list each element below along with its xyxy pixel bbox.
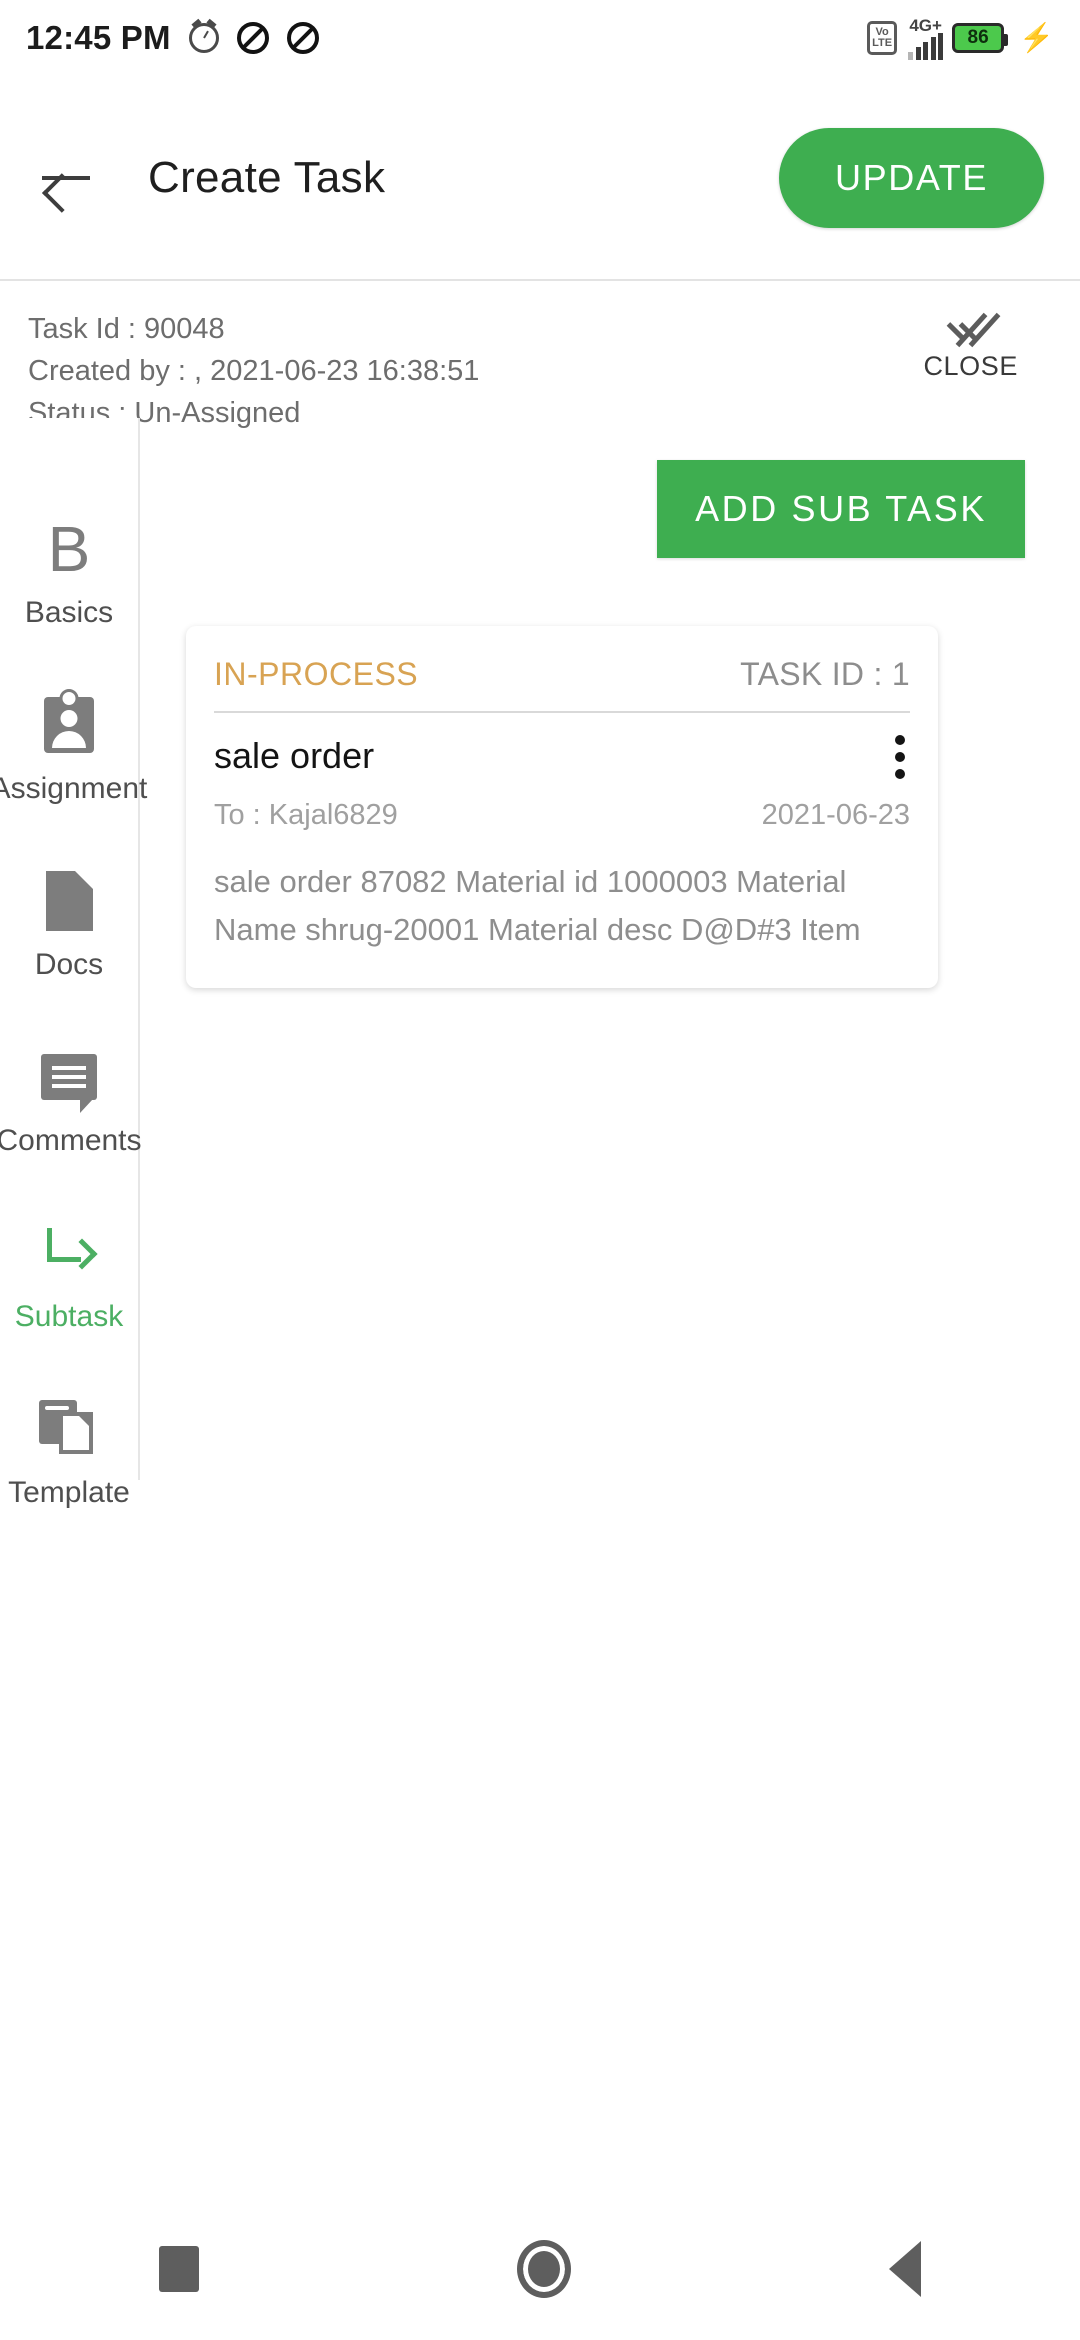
sidebar-item-subtask[interactable]: Subtask (0, 1220, 139, 1334)
signal-indicator: 4G+ (908, 15, 944, 60)
subtask-title-row: sale order (214, 735, 910, 779)
square-recents-icon[interactable] (159, 2246, 199, 2292)
task-meta-strip: Task Id : 90048 Created by : , 2021-06-2… (0, 283, 1080, 429)
subtask-task-id: TASK ID : 1 (740, 656, 910, 692)
section-sidebar: B Basics Assignment Docs Comments Subtas… (0, 418, 147, 1509)
battery-icon: 86 (952, 23, 1009, 53)
sidebar-item-label: Docs (34, 948, 104, 981)
circle-home-icon[interactable] (517, 2240, 571, 2298)
double-check-icon (941, 311, 1001, 348)
id-badge-icon (44, 692, 94, 758)
network-type-label: 4G+ (909, 15, 942, 35)
mute-icon (286, 22, 319, 54)
update-button[interactable]: UPDATE (779, 127, 1044, 228)
close-button[interactable]: CLOSE (923, 311, 1018, 382)
status-bar-right: Vo LTE 4G+ 86 ⚡ (867, 17, 1054, 60)
subtask-date: 2021-06-23 (761, 799, 910, 831)
sidebar-item-comments[interactable]: Comments (0, 1044, 142, 1158)
battery-level-label: 86 (967, 27, 989, 48)
mute-icon (236, 22, 269, 54)
subtask-panel: ADD SUB TASK IN-PROCESS TASK ID : 1 sale… (140, 418, 1080, 2198)
comment-bubble-icon (41, 1044, 97, 1113)
created-by-label: Created by : , 2021-06-23 16:38:51 (28, 355, 480, 387)
subtask-card-header: IN-PROCESS TASK ID : 1 (214, 656, 910, 693)
document-icon (45, 868, 93, 934)
sidebar-item-label: Comments (0, 1124, 142, 1157)
task-id-label: Task Id : 90048 (28, 313, 225, 345)
subtask-assignee: To : Kajal6829 (214, 799, 398, 831)
task-meta-lines: Task Id : 90048 Created by : , 2021-06-2… (28, 311, 479, 431)
subtask-description: sale order 87082 Material id 1000003 Mat… (214, 864, 861, 947)
sidebar-item-label: Template (8, 1476, 130, 1509)
close-button-label: CLOSE (923, 351, 1018, 381)
back-arrow-icon[interactable] (36, 147, 98, 209)
volte-icon: Vo LTE (867, 21, 898, 55)
status-bar-left: 12:45 PM (26, 19, 319, 57)
subtask-subinfo: To : Kajal6829 2021-06-23 (214, 799, 910, 832)
card-divider (214, 711, 910, 713)
app-screen: 12:45 PM Vo LTE 4G+ 86 ⚡ Create Task UPD… (0, 0, 1080, 2340)
app-bar: Create Task UPDATE (0, 76, 1080, 281)
sidebar-item-assignment[interactable]: Assignment (0, 692, 147, 806)
status-bar-clock: 12:45 PM (26, 19, 171, 56)
sidebar-item-label: Basics (24, 596, 114, 629)
status-badge: IN-PROCESS (214, 656, 419, 692)
sidebar-item-label: Subtask (14, 1300, 124, 1333)
sidebar-item-label: Assignment (0, 772, 148, 805)
volte-line-bottom: LTE (872, 37, 893, 49)
add-sub-task-button[interactable]: ADD SUB TASK (657, 460, 1025, 558)
status-bar: 12:45 PM Vo LTE 4G+ 86 ⚡ (0, 0, 1080, 76)
android-nav-bar (0, 2198, 1080, 2340)
subtask-title: sale order (214, 735, 375, 776)
template-copy-icon (39, 1396, 99, 1462)
page-title: Create Task (148, 152, 386, 202)
signal-bars-icon (908, 32, 944, 60)
subdirectory-arrow-icon (41, 1220, 98, 1286)
triangle-back-icon[interactable] (889, 2241, 921, 2297)
sidebar-item-basics[interactable]: B Basics (0, 516, 139, 630)
letter-b-icon: B (47, 513, 91, 585)
subtask-card[interactable]: IN-PROCESS TASK ID : 1 sale order To : K… (186, 626, 938, 988)
kebab-menu-icon[interactable] (895, 735, 910, 779)
sidebar-item-template[interactable]: Template (0, 1396, 139, 1510)
charging-bolt-icon: ⚡ (1019, 22, 1054, 53)
alarm-icon (188, 23, 219, 53)
sidebar-item-docs[interactable]: Docs (0, 868, 139, 982)
